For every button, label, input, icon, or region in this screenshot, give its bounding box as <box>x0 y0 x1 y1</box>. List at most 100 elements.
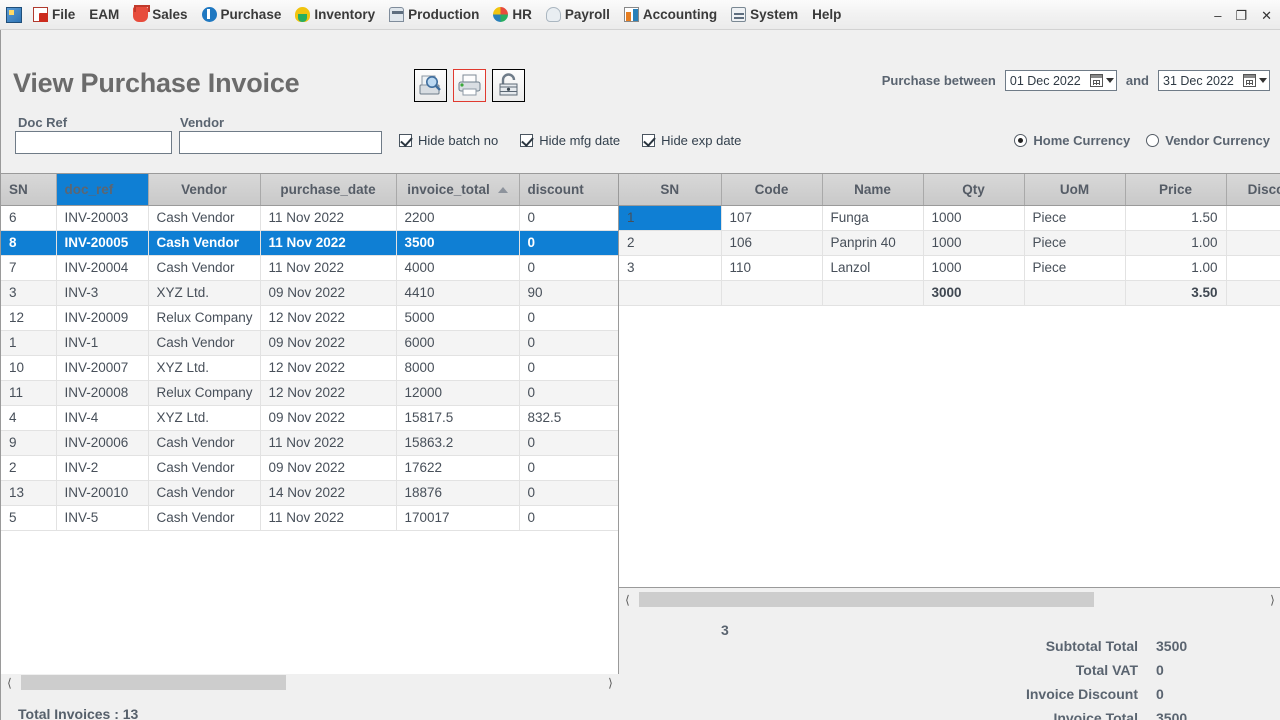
column-header-sn[interactable]: SN <box>1 174 57 206</box>
item-table-row[interactable]: 2 106 Panprin 40 1000 Piece 1.00 <box>619 230 1280 256</box>
invoice-table-row[interactable]: 1 INV-1 Cash Vendor 09 Nov 2022 6000 0 <box>1 330 618 356</box>
minimize-button[interactable]: – <box>1212 9 1223 22</box>
restore-button[interactable]: ❐ <box>1233 9 1249 22</box>
column-header-vendor[interactable]: Vendor <box>148 174 261 206</box>
date-to-input[interactable]: 31 Dec 2022 <box>1158 70 1270 91</box>
menu-item-label: HR <box>512 7 532 22</box>
summary-vat-row: Total VAT 0 <box>1026 658 1208 682</box>
invoice-hscroll-track[interactable] <box>18 675 602 690</box>
invoice-table-row[interactable]: 4 INV-4 XYZ Ltd. 09 Nov 2022 15817.5 832.5 <box>1 405 618 431</box>
column-header-item-code[interactable]: Code <box>721 174 823 206</box>
scroll-left-arrow-icon[interactable]: ⟨ <box>619 591 636 608</box>
cell-sn: 1 <box>1 330 57 356</box>
menu-item-payroll[interactable]: Payroll <box>539 4 617 25</box>
menu-item-production[interactable]: Production <box>382 4 486 25</box>
application-icon <box>6 6 22 23</box>
checkbox-box-icon[interactable] <box>642 134 656 147</box>
item-table-row[interactable]: 1 107 Funga 1000 Piece 1.50 <box>619 205 1280 231</box>
menu-item-eam[interactable]: EAM <box>82 4 126 25</box>
doc-ref-input[interactable] <box>15 131 172 154</box>
item-table-row[interactable]: 3 110 Lanzol 1000 Piece 1.00 <box>619 255 1280 281</box>
radio-button-icon[interactable] <box>1014 134 1028 147</box>
invoice-table-row[interactable]: 7 INV-20004 Cash Vendor 11 Nov 2022 4000 0 <box>1 255 618 281</box>
item-hscroll-track[interactable] <box>636 592 1264 607</box>
column-header-discount[interactable]: discount <box>519 174 618 206</box>
column-header-purchase-date[interactable]: purchase_date <box>260 174 397 206</box>
scroll-right-arrow-icon[interactable]: ⟩ <box>1264 591 1280 608</box>
lock-button[interactable] <box>492 69 525 102</box>
cell-qty: 1000 <box>923 255 1025 281</box>
calendar-icon <box>1089 74 1103 87</box>
radio-vendor-currency[interactable]: Vendor Currency <box>1146 133 1270 148</box>
item-hscroll-thumb[interactable] <box>639 592 1094 607</box>
column-header-item-sn[interactable]: SN <box>619 174 722 206</box>
invoice-table-row[interactable]: 2 INV-2 Cash Vendor 09 Nov 2022 17622 0 <box>1 455 618 481</box>
cell-doc-ref: INV-20004 <box>56 255 149 281</box>
menu-item-label: Sales <box>152 7 188 22</box>
invoice-table-row[interactable]: 8 INV-20005 Cash Vendor 11 Nov 2022 3500 0 <box>1 230 618 256</box>
invoice-table-row[interactable]: 11 INV-20008 Relux Company 12 Nov 2022 12000… <box>1 380 618 406</box>
cell-discount <box>1226 255 1280 281</box>
cell-doc-ref: INV-3 <box>56 280 149 306</box>
cell-doc-ref: INV-20008 <box>56 380 149 406</box>
scroll-left-arrow-icon[interactable]: ⟨ <box>1 674 18 691</box>
column-header-invoice-total[interactable]: invoice_total <box>396 174 520 206</box>
checkbox-hide-exp-date[interactable]: Hide exp date <box>642 133 741 148</box>
invoice-summary: Subtotal Total 3500 Total VAT 0 Invoice … <box>1026 634 1208 720</box>
invoice-table-row[interactable]: 12 INV-20009 Relux Company 12 Nov 2022 5000 0 <box>1 305 618 331</box>
column-header-doc-ref[interactable]: doc_ref <box>56 174 149 206</box>
invoice-grid-hscrollbar[interactable]: ⟨ ⟩ <box>1 674 619 691</box>
menu-item-label: Payroll <box>564 7 610 22</box>
cell-discount <box>1226 205 1280 231</box>
cell-discount: 0 <box>519 205 618 231</box>
menu-item-accounting[interactable]: Accounting <box>617 4 724 25</box>
invoice-table-row[interactable]: 5 INV-5 Cash Vendor 11 Nov 2022 170017 0 <box>1 505 618 531</box>
column-header-item-qty[interactable]: Qty <box>923 174 1025 206</box>
invoice-discount-label: Invoice Discount <box>1025 686 1138 702</box>
menu-item-sales[interactable]: Sales <box>126 4 194 25</box>
menu-item-file[interactable]: File <box>26 4 82 25</box>
people-wheel-icon <box>493 7 509 22</box>
invoice-hscroll-thumb[interactable] <box>21 675 286 690</box>
checkbox-hide-batch-no[interactable]: Hide batch no <box>399 133 498 148</box>
column-header-item-uom[interactable]: UoM <box>1024 174 1126 206</box>
cell-discount: 0 <box>519 430 618 456</box>
cell-vendor: Cash Vendor <box>148 230 261 256</box>
radio-button-icon[interactable] <box>1146 134 1160 147</box>
cell-name: Panprin 40 <box>822 230 924 256</box>
preview-button[interactable] <box>414 69 447 102</box>
close-button[interactable]: ✕ <box>1259 9 1274 22</box>
print-button[interactable] <box>453 69 486 102</box>
checkbox-hide-mfg-date[interactable]: Hide mfg date <box>520 133 620 148</box>
scroll-right-arrow-icon[interactable]: ⟩ <box>602 674 619 691</box>
invoice-grid[interactable]: SN doc_ref Vendor purchase_date invoice_… <box>1 173 619 675</box>
checkbox-box-icon[interactable] <box>399 134 412 147</box>
menu-item-purchase[interactable]: Purchase <box>195 4 289 25</box>
cell-doc-ref: INV-2 <box>56 455 149 481</box>
menu-item-inventory[interactable]: Inventory <box>288 4 382 25</box>
invoice-table-row[interactable]: 3 INV-3 XYZ Ltd. 09 Nov 2022 4410 90 <box>1 280 618 306</box>
menu-item-system[interactable]: System <box>724 4 805 25</box>
column-header-item-price[interactable]: Price <box>1125 174 1227 206</box>
total-cell-code <box>721 280 823 306</box>
column-header-item-name[interactable]: Name <box>822 174 924 206</box>
invoice-table-row[interactable]: 13 INV-20010 Cash Vendor 14 Nov 2022 18876 0 <box>1 480 618 506</box>
menu-item-help[interactable]: Help <box>805 4 848 25</box>
item-grid[interactable]: SN Code Name Qty UoM Price Discount 1107… <box>619 173 1280 588</box>
date-from-input[interactable]: 01 Dec 2022 <box>1004 70 1117 91</box>
column-header-item-discount[interactable]: Discount <box>1226 174 1280 206</box>
radio-home-currency[interactable]: Home Currency <box>1014 133 1130 148</box>
cell-sn: 3 <box>619 255 722 281</box>
checkbox-box-icon[interactable] <box>520 134 534 147</box>
invoice-table-row[interactable]: 10 INV-20007 XYZ Ltd. 12 Nov 2022 8000 0 <box>1 355 618 381</box>
cell-invoice-total: 15863.2 <box>396 430 520 456</box>
invoice-table-row[interactable]: 6 INV-20003 Cash Vendor 11 Nov 2022 2200 0 <box>1 205 618 231</box>
cell-purchase-date: 12 Nov 2022 <box>260 380 397 406</box>
item-grid-hscrollbar[interactable]: ⟨ ⟩ <box>619 591 1280 608</box>
menu-item-hr[interactable]: HR <box>486 4 539 25</box>
cell-invoice-total: 2200 <box>396 205 520 231</box>
cell-purchase-date: 09 Nov 2022 <box>260 280 397 306</box>
vendor-input[interactable] <box>179 131 382 154</box>
invoice-table-row[interactable]: 9 INV-20006 Cash Vendor 11 Nov 2022 15863.2 0 <box>1 430 618 456</box>
lock-icon <box>499 73 518 96</box>
